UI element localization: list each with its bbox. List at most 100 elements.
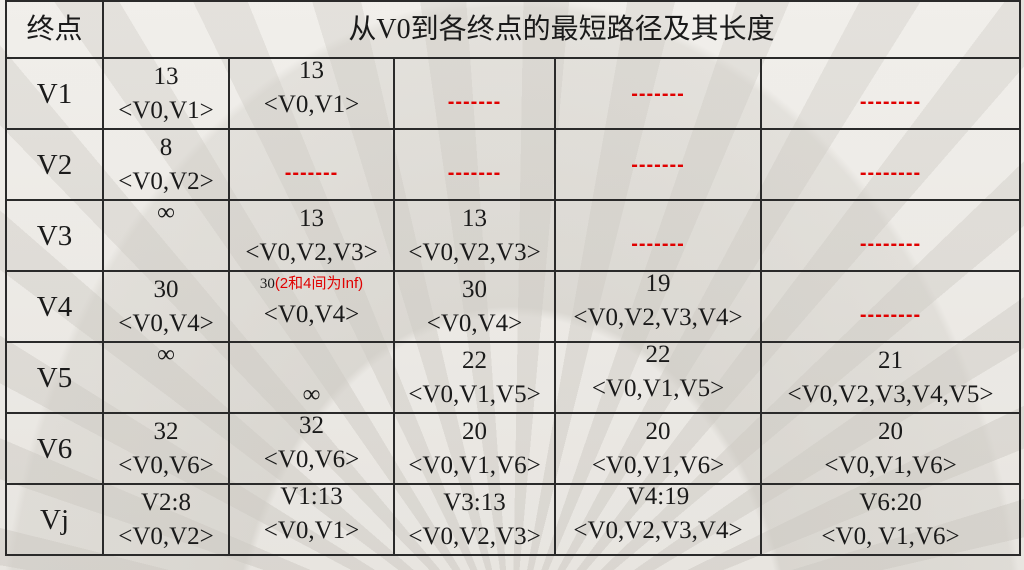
row-label: V2 xyxy=(5,128,104,201)
path-length: 20 xyxy=(645,417,671,445)
empty-dash: -------- xyxy=(859,303,922,326)
table-cell: ------- xyxy=(554,199,762,272)
path-text: <V0,V2,V3> xyxy=(408,522,541,550)
empty-dash: ------- xyxy=(284,161,339,184)
table-cell: ------- xyxy=(228,128,395,201)
path-text: <V0,V1> xyxy=(118,96,214,124)
empty-dash: ------- xyxy=(631,153,685,176)
path-length: 20 xyxy=(462,417,487,445)
table-row: V3 ∞ 13 <V0,V2,V3> 13 <V0,V2,V3> ------- -… xyxy=(5,199,1022,272)
empty-dash: ------- xyxy=(631,232,685,255)
path-length: 32 xyxy=(299,413,324,439)
empty-dash: ------- xyxy=(631,82,685,105)
path-text: <V0,V2,V3> xyxy=(408,238,541,266)
table-cell: 8 <V0,V2> xyxy=(102,128,230,201)
table-cell: 20 <V0,V1,V6> xyxy=(393,412,556,485)
path-length: 13 xyxy=(153,62,179,90)
selected-vertex: V6:20 xyxy=(859,488,922,516)
table-cell: ∞ xyxy=(228,341,395,414)
path-text: <V0,V1> xyxy=(263,90,360,118)
table-title: 从V0到各终点的最短路径及其长度 xyxy=(101,0,1022,59)
empty-dash: ------- xyxy=(447,161,502,184)
table-cell: 22 <V0,V1,V5> xyxy=(393,341,556,414)
row-label: V1 xyxy=(5,57,104,130)
path-text: <V0,V1,V5> xyxy=(591,374,725,402)
header-row: 终点 从V0到各终点的最短路径及其长度 xyxy=(5,0,1022,59)
empty-dash: -------- xyxy=(859,232,922,255)
table-cell: ------- xyxy=(393,57,556,130)
path-text: <V0,V4> xyxy=(118,309,214,337)
table-cell: 20 <V0,V1,V6> xyxy=(759,412,1022,485)
selected-vertex: V1:13 xyxy=(280,484,343,510)
path-text: <V0,V1,V6> xyxy=(824,451,957,479)
path-length: ∞ xyxy=(157,342,175,368)
path-length: 32 xyxy=(153,417,179,445)
path-text: <V0,V2,V3,V4> xyxy=(573,516,743,544)
table-cell: 22 <V0,V1,V5> xyxy=(554,341,762,414)
note-annotation: (2和4间为Inf) xyxy=(274,274,364,292)
selected-vertex: V3:13 xyxy=(443,488,506,516)
table-cell: -------- xyxy=(759,199,1022,272)
row-label: V4 xyxy=(5,270,104,343)
empty-dash: -------- xyxy=(859,161,922,184)
table-cell: -------- xyxy=(759,57,1022,130)
table-row: V6 32 <V0,V6> 32 <V0,V6> 20 <V0,V1,V6> 20 <V… xyxy=(5,412,1022,485)
table-cell: 32 <V0,V6> xyxy=(228,412,395,485)
path-text xyxy=(105,236,227,270)
table-cell: 30(2和4间为Inf) <V0,V4> xyxy=(228,270,395,343)
table-cell: V3:13 <V0,V2,V3> xyxy=(393,483,556,556)
selected-vertex: V4:19 xyxy=(626,484,690,510)
path-text: <V0,V4> xyxy=(263,300,360,328)
table-cell: 19 <V0,V2,V3,V4> xyxy=(554,270,762,343)
path-length: 21 xyxy=(878,346,904,374)
row-label: V3 xyxy=(5,199,104,272)
path-length: 19 xyxy=(645,271,671,297)
path-text: <V0,V1,V6> xyxy=(408,451,541,479)
path-length xyxy=(231,344,392,378)
path-length: 13 xyxy=(299,58,324,84)
path-text: <V0,V2> xyxy=(118,167,214,195)
path-length: 8 xyxy=(159,133,173,161)
table-cell: -------- xyxy=(759,128,1022,201)
table-cell: 13 <V0,V1> xyxy=(102,57,230,130)
table-cell: ∞ xyxy=(102,199,230,272)
selected-vertex: V2:8 xyxy=(141,488,191,516)
table-cell: V6:20 <V0, V1,V6> xyxy=(759,483,1022,556)
table-cell: 13 <V0,V2,V3> xyxy=(393,199,556,272)
empty-dash: ------- xyxy=(447,90,502,113)
path-length: 30 xyxy=(462,275,487,303)
path-text: <V0,V2,V3,V4> xyxy=(573,303,743,331)
path-length: 13 xyxy=(299,204,324,232)
path-length: 22 xyxy=(645,342,671,368)
table-cell: 30 <V0,V4> xyxy=(393,270,556,343)
table-cell: V1:13 <V0,V1> xyxy=(228,483,395,556)
path-length-note: 30(2和4间为Inf) xyxy=(231,274,392,292)
row-label: V5 xyxy=(5,341,104,414)
table-cell: V4:19 <V0,V2,V3,V4> xyxy=(554,483,762,556)
empty-dash: -------- xyxy=(859,90,922,113)
table-cell: ------- xyxy=(393,128,556,201)
path-text: <V0,V1,V6> xyxy=(591,451,725,479)
table-cell: V2:8 <V0,V2> xyxy=(102,483,230,556)
path-text: <V0,V4> xyxy=(426,309,523,337)
table-cell: 13 <V0,V1> xyxy=(228,57,395,130)
path-length: 30 xyxy=(153,275,179,303)
table-cell: 30 <V0,V4> xyxy=(102,270,230,343)
path-text: <V0,V1,V5> xyxy=(408,380,541,408)
path-text: <V0,V2> xyxy=(118,522,214,550)
path-text: <V0,V2,V3,V4,V5> xyxy=(787,380,994,408)
path-text: <V0,V6> xyxy=(263,445,360,473)
path-text: <V0, V1,V6> xyxy=(821,522,960,550)
table-cell: 13 <V0,V2,V3> xyxy=(228,199,395,272)
path-length: ∞ xyxy=(157,200,175,226)
table-row: Vj V2:8 <V0,V2> V1:13 <V0,V1> V3:13 <V0,V2,… xyxy=(5,483,1022,556)
path-length: 22 xyxy=(462,346,487,374)
table-row: V1 13 <V0,V1> 13 <V0,V1> ------- ------- -… xyxy=(5,57,1022,130)
table-row: V2 8 <V0,V2> ------- ------- ------- ----… xyxy=(5,128,1022,201)
table-cell: 20 <V0,V1,V6> xyxy=(554,412,762,485)
path-text: <V0,V1> xyxy=(263,516,360,544)
table-cell: ------- xyxy=(554,128,762,201)
path-text: <V0,V2,V3> xyxy=(245,238,378,266)
table-row: V5 ∞ ∞ 22 <V0,V1,V5> 22 <V0,V1,V5> 21 <V0,V… xyxy=(5,341,1022,414)
row-label: Vj xyxy=(5,483,104,556)
